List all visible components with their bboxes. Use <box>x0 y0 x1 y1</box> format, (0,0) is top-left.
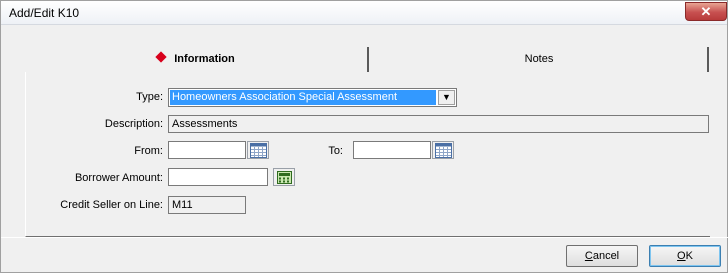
close-button[interactable]: ✕ <box>685 2 727 21</box>
from-date-input[interactable] <box>168 141 246 159</box>
calendar-icon <box>250 143 267 158</box>
calculator-button[interactable] <box>273 168 295 186</box>
footer-divider <box>1 237 728 238</box>
tab-bar: Information Notes <box>25 47 709 72</box>
type-selected-value: Homeowners Association Special Assessmen… <box>170 90 436 105</box>
from-label: From: <box>134 145 163 157</box>
credit-seller-field: M11 <box>168 196 246 214</box>
ok-label-rest: K <box>685 250 693 262</box>
description-label: Description: <box>104 118 163 130</box>
to-date-input[interactable] <box>353 141 431 159</box>
calendar-icon <box>435 143 452 158</box>
credit-seller-label: Credit Seller on Line: <box>60 199 163 211</box>
tab-notes-label: Notes <box>524 53 554 65</box>
to-label: To: <box>328 145 343 157</box>
chevron-down-icon: ▼ <box>442 92 451 102</box>
dialog-window: Add/Edit K10 ✕ Information Notes Type: H… <box>0 0 728 273</box>
type-label: Type: <box>136 91 163 103</box>
cancel-mnemonic: C <box>584 250 593 262</box>
borrower-amount-input[interactable] <box>168 168 268 186</box>
from-calendar-button[interactable] <box>247 141 269 159</box>
to-calendar-button[interactable] <box>432 141 454 159</box>
title-bar[interactable]: Add/Edit K10 ✕ <box>1 1 727 25</box>
window-title: Add/Edit K10 <box>9 6 80 20</box>
tab-information-label: Information <box>174 53 235 65</box>
active-diamond-icon <box>155 51 167 63</box>
ok-mnemonic: O <box>677 250 686 262</box>
description-field: Assessments <box>168 115 709 133</box>
cancel-label-rest: ancel <box>592 250 620 262</box>
dropdown-button[interactable]: ▼ <box>438 90 455 105</box>
ok-button[interactable]: OK <box>649 245 721 267</box>
calculator-icon <box>277 171 292 184</box>
borrower-amount-label: Borrower Amount: <box>74 172 163 184</box>
close-icon: ✕ <box>700 4 712 19</box>
tab-notes[interactable]: Notes <box>371 47 709 72</box>
type-select[interactable]: Homeowners Association Special Assessmen… <box>168 88 457 107</box>
tab-information[interactable]: Information <box>25 47 369 72</box>
cancel-button[interactable]: Cancel <box>566 245 638 267</box>
